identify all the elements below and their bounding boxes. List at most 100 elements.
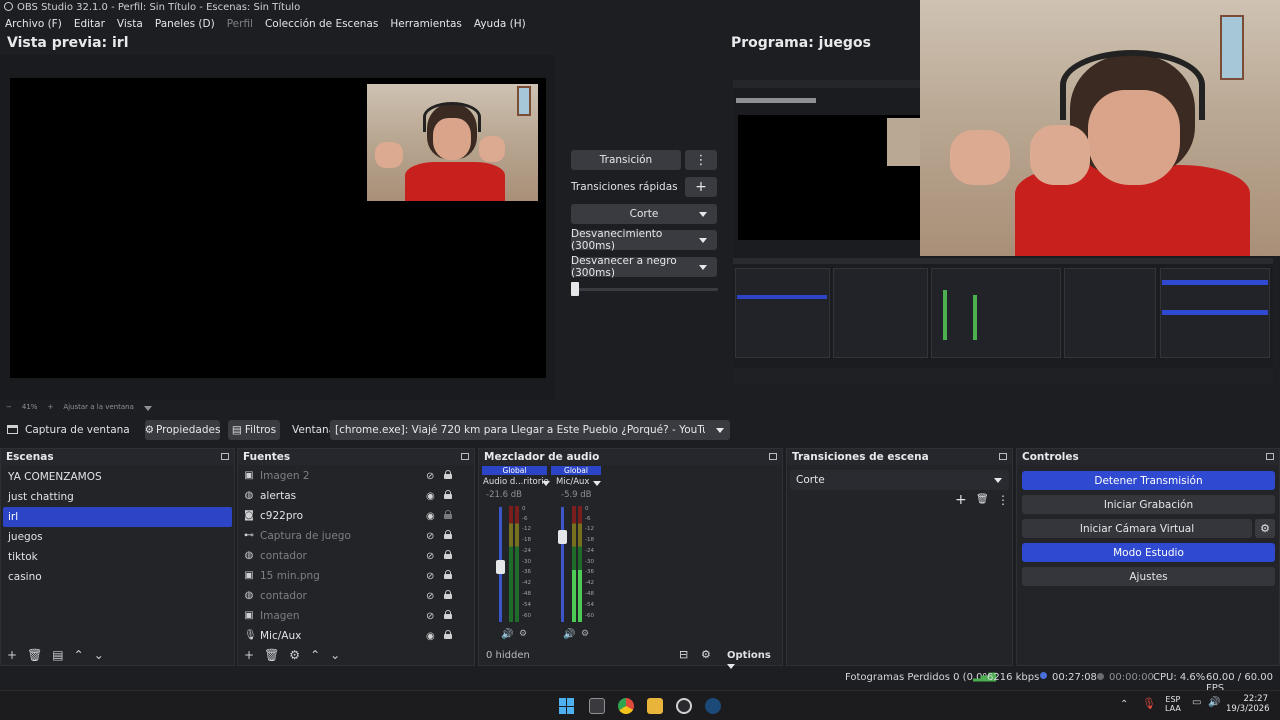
filters-button[interactable]: ▤ Filtros	[228, 420, 280, 440]
obs-taskbar-icon[interactable]	[676, 698, 692, 714]
lock-icon[interactable]	[444, 550, 452, 559]
audio-settings-icon[interactable]: ⚙	[519, 629, 527, 639]
tray-chevron-up-icon[interactable]: ⌃	[1120, 699, 1128, 710]
tbar-slider[interactable]	[571, 288, 718, 291]
eye-hidden-icon[interactable]: ⊘	[426, 611, 434, 622]
transition-select[interactable]: Corte	[790, 470, 1009, 490]
mixer-layout-icon[interactable]: ⊟	[679, 648, 688, 661]
source-row[interactable]: ⊷ Captura de juego ⊘	[238, 526, 474, 546]
source-row[interactable]: ◙ c922pro ◉	[238, 506, 474, 526]
menu-editar[interactable]: Editar	[74, 16, 105, 32]
menu-paneles[interactable]: Paneles (D)	[155, 16, 215, 32]
quick-transition-fade[interactable]: Desvanecimiento (300ms)	[571, 228, 717, 252]
volume-slider-handle[interactable]	[496, 560, 505, 574]
clock[interactable]: 22:27 19/3/2026	[1226, 694, 1270, 714]
volume-slider-handle[interactable]	[558, 530, 567, 544]
filter-icon[interactable]: ▤	[52, 648, 63, 662]
menu-coleccion-escenas[interactable]: Colección de Escenas	[265, 16, 378, 32]
speaker-icon[interactable]: 🔊	[501, 629, 513, 640]
lock-icon[interactable]	[444, 530, 452, 539]
undock-icon[interactable]	[999, 453, 1007, 460]
scene-item[interactable]: tiktok	[1, 547, 234, 567]
network-icon[interactable]: ▭	[1192, 697, 1201, 708]
undock-icon[interactable]	[769, 453, 777, 460]
menu-ayuda[interactable]: Ayuda (H)	[474, 16, 526, 32]
add-transition-icon[interactable]: +	[955, 492, 967, 508]
add-quick-transition-button[interactable]: +	[685, 177, 717, 197]
speaker-icon[interactable]: 🔊	[563, 629, 575, 640]
volume-track[interactable]	[561, 507, 564, 622]
quick-transition-corte[interactable]: Corte	[571, 204, 717, 224]
transition-button[interactable]: Transición	[571, 150, 681, 170]
advanced-audio-icon[interactable]: ⚙	[701, 648, 711, 661]
task-view-icon[interactable]	[589, 698, 605, 714]
window-select[interactable]: [chrome.exe]: Viajé 720 km para Llegar a…	[330, 420, 730, 440]
zoom-out-button[interactable]: −	[6, 403, 12, 411]
lock-open-icon[interactable]	[444, 510, 452, 519]
source-row[interactable]: 🎙 Mic/Aux ◉	[238, 626, 474, 646]
eye-hidden-icon[interactable]: ⊘	[426, 571, 434, 582]
fit-window-label[interactable]: Ajustar a la ventana	[63, 403, 134, 411]
fit-dropdown-chevron-icon[interactable]	[143, 405, 152, 411]
quick-transition-fade-black[interactable]: Desvanecer a negro (300ms)	[571, 255, 717, 279]
lock-icon[interactable]	[444, 570, 452, 579]
menu-vista[interactable]: Vista	[117, 16, 143, 32]
eye-hidden-icon[interactable]: ⊘	[426, 471, 434, 482]
menu-perfil[interactable]: Perfil	[227, 16, 253, 32]
scene-item[interactable]: casino	[1, 567, 234, 587]
chevron-up-icon[interactable]: ⌃	[74, 648, 84, 662]
chevron-down-icon[interactable]: ⌄	[94, 648, 104, 662]
chrome-icon[interactable]	[618, 698, 634, 714]
source-row[interactable]: ▣ Imagen ⊘	[238, 606, 474, 626]
stop-streaming-button[interactable]: Detener Transmisión	[1022, 471, 1275, 490]
menu-archivo[interactable]: Archivo (F)	[5, 16, 62, 32]
start-recording-button[interactable]: Iniciar Grabación	[1022, 495, 1275, 514]
chevron-down-icon[interactable]: ⌄	[330, 648, 340, 662]
lock-icon[interactable]	[444, 590, 452, 599]
channel-menu-chevron-icon[interactable]	[542, 481, 550, 486]
trash-icon[interactable]: 🗑	[976, 494, 989, 505]
eye-hidden-icon[interactable]: ⊘	[426, 551, 434, 562]
zoom-in-button[interactable]: +	[47, 403, 53, 411]
undock-icon[interactable]	[461, 453, 469, 460]
lock-icon[interactable]	[444, 630, 452, 639]
mic-tray-icon[interactable]: 🎙	[1142, 697, 1156, 710]
lock-icon[interactable]	[444, 470, 452, 479]
trash-icon[interactable]: 🗑	[264, 648, 279, 662]
add-source-icon[interactable]: +	[244, 648, 254, 662]
eye-hidden-icon[interactable]: ⊘	[426, 531, 434, 542]
more-vertical-icon[interactable]: ⋮	[997, 493, 1009, 507]
scene-item[interactable]: juegos	[1, 527, 234, 547]
volume-icon[interactable]: 🔊	[1208, 697, 1220, 708]
webcam-source-preview[interactable]	[367, 84, 538, 201]
scene-item[interactable]: just chatting	[1, 487, 234, 507]
lock-icon[interactable]	[444, 610, 452, 619]
add-scene-icon[interactable]: +	[7, 648, 17, 662]
tbar-slider-handle[interactable]	[571, 282, 579, 296]
windows-start-icon[interactable]	[559, 698, 575, 714]
lock-icon[interactable]	[444, 490, 452, 499]
source-row[interactable]: ◍ contador ⊘	[238, 586, 474, 606]
properties-button[interactable]: ⚙ Propiedades	[145, 420, 220, 440]
source-row[interactable]: ▣ 15 min.png ⊘	[238, 566, 474, 586]
virtual-camera-settings-button[interactable]: ⚙	[1255, 519, 1275, 538]
source-row[interactable]: ◍ alertas ◉	[238, 486, 474, 506]
preview-canvas[interactable]	[10, 78, 546, 378]
steam-icon[interactable]	[705, 698, 721, 714]
scene-item[interactable]: YA COMENZAMOS	[1, 467, 234, 487]
gear-icon[interactable]: ⚙	[289, 648, 300, 662]
trash-icon[interactable]: 🗑	[27, 648, 42, 662]
menu-herramientas[interactable]: Herramientas	[390, 16, 462, 32]
channel-menu-chevron-icon[interactable]	[593, 481, 601, 486]
eye-icon[interactable]: ◉	[426, 491, 435, 502]
source-row[interactable]: ◍ contador ⊘	[238, 546, 474, 566]
audio-settings-icon[interactable]: ⚙	[581, 629, 589, 639]
settings-button[interactable]: Ajustes	[1022, 567, 1275, 586]
transition-menu-button[interactable]: ⋮	[685, 150, 717, 170]
language-indicator[interactable]: ESP LAA	[1165, 695, 1181, 713]
undock-icon[interactable]	[221, 453, 229, 460]
source-row[interactable]: ▣ Imagen 2 ⊘	[238, 466, 474, 486]
eye-hidden-icon[interactable]: ⊘	[426, 591, 434, 602]
studio-mode-button[interactable]: Modo Estudio	[1022, 543, 1275, 562]
undock-icon[interactable]	[1266, 453, 1274, 460]
